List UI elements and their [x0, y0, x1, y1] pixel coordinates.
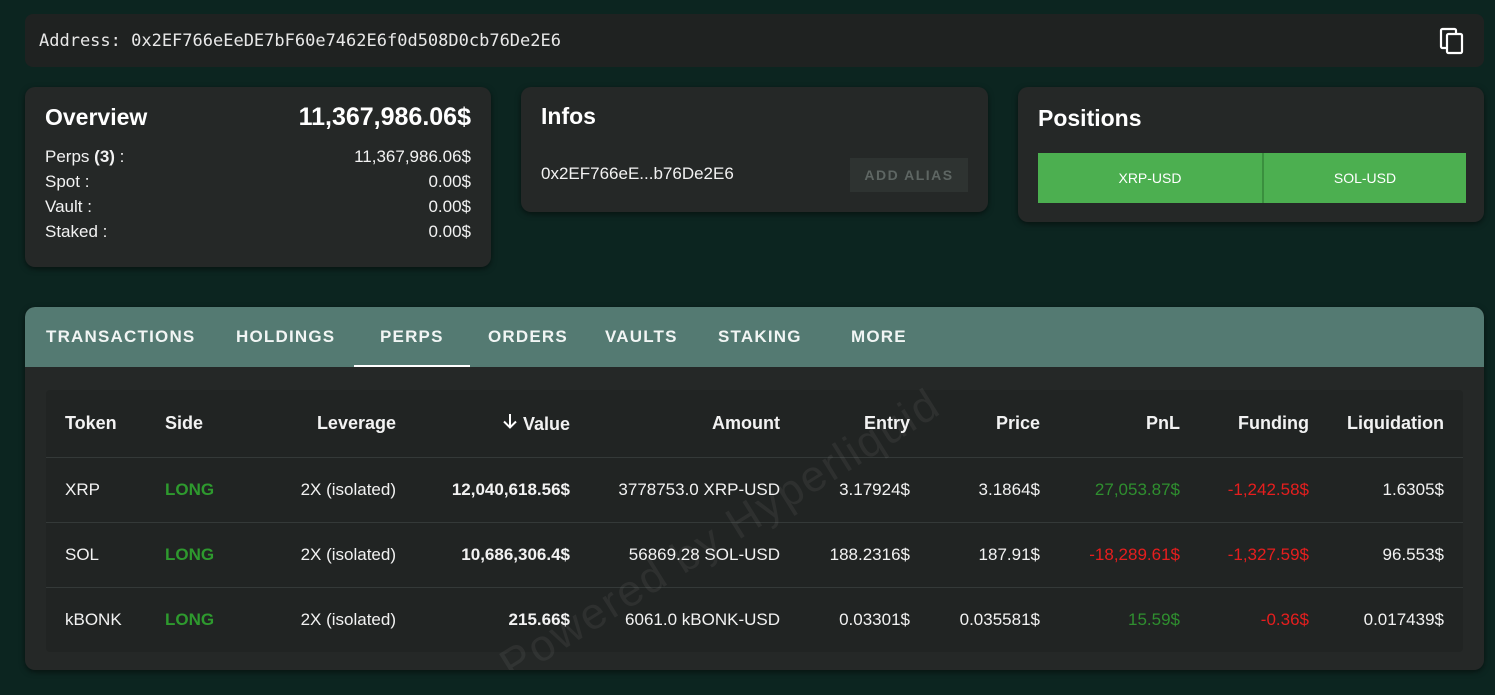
address-text: Address: 0x2EF766eEeDE7bF60e7462E6f0d508… — [39, 30, 561, 51]
tab-staking[interactable]: STAKING — [718, 307, 802, 367]
tab-transactions[interactable]: TRANSACTIONS — [46, 307, 195, 367]
cell-side: LONG — [165, 522, 285, 588]
vault-label: Vault : — [45, 197, 92, 216]
infos-title: Infos — [541, 103, 596, 129]
header-entry[interactable]: Entry — [780, 390, 910, 458]
position-button-xrp[interactable]: XRP-USD — [1038, 153, 1264, 203]
cell-price: 187.91$ — [910, 522, 1040, 588]
address-bar: Address: 0x2EF766eEeDE7bF60e7462E6f0d508… — [25, 14, 1484, 67]
cell-entry: 3.17924$ — [780, 457, 910, 523]
tab-holdings[interactable]: HOLDINGS — [236, 307, 335, 367]
cell-token: XRP — [46, 457, 165, 523]
cell-leverage: 2X (isolated) — [285, 457, 396, 523]
header-amount[interactable]: Amount — [570, 390, 780, 458]
tab-vaults[interactable]: VAULTS — [605, 307, 678, 367]
perps-label: Perps — [45, 147, 90, 166]
cell-amount: 3778753.0 XRP-USD — [570, 457, 780, 523]
table-row[interactable]: SOL LONG 2X (isolated) 10,686,306.4$ 568… — [46, 522, 1463, 588]
cell-liquidation: 0.017439$ — [1363, 609, 1444, 629]
header-funding[interactable]: Funding — [1180, 390, 1309, 458]
perps-colon: : — [114, 147, 125, 166]
overview-row-perps: Perps (3) : 11,367,986.06$ — [45, 144, 471, 169]
header-value[interactable]: Value — [396, 390, 570, 458]
cell-price: 3.1864$ — [910, 457, 1040, 523]
cell-entry: 188.2316$ — [780, 522, 910, 588]
table-header-row: Token Side Leverage Value Amount Entry P… — [46, 390, 1463, 458]
cell-liquidation: 1.6305$ — [1309, 457, 1463, 523]
perps-count: (3) — [94, 147, 115, 166]
short-address: 0x2EF766eE...b76De2E6 — [541, 164, 734, 183]
overview-title: Overview — [45, 104, 148, 130]
cell-funding: -1,327.59$ — [1180, 522, 1309, 588]
add-alias-button[interactable]: ADD ALIAS — [850, 158, 968, 192]
staked-value: 0.00$ — [428, 222, 471, 241]
header-price[interactable]: Price — [910, 390, 1040, 458]
main-panel: TRANSACTIONS HOLDINGS PERPS ORDERS VAULT… — [25, 307, 1484, 670]
cell-value: 215.66$ — [508, 609, 570, 629]
perps-value: 11,367,986.06$ — [354, 147, 471, 166]
tab-more[interactable]: MORE — [851, 307, 907, 367]
table-row[interactable]: XRP LONG 2X (isolated) 12,040,618.56$ 37… — [46, 457, 1463, 523]
cell-funding: -0.36$ — [1260, 609, 1309, 629]
overview-row-staked: Staked : 0.00$ — [45, 219, 471, 244]
cell-pnl: 27,053.87$ — [1040, 457, 1180, 523]
staked-label: Staked : — [45, 222, 108, 241]
header-liquidation[interactable]: Liquidation — [1309, 390, 1463, 458]
spot-value: 0.00$ — [428, 172, 471, 191]
overview-row-vault: Vault : 0.00$ — [45, 194, 471, 219]
arrow-down-icon — [501, 412, 519, 435]
overview-total: 11,367,986.06$ — [298, 103, 471, 131]
perps-table: Powered by Hyperliquid Token Side Levera… — [46, 379, 1463, 670]
cell-pnl: -18,289.61$ — [1040, 522, 1180, 588]
cell-leverage: 2X (isolated) — [300, 609, 396, 629]
cell-side: LONG — [165, 457, 285, 523]
infos-card: Infos 0x2EF766eE...b76De2E6 ADD ALIAS — [521, 87, 988, 212]
cell-token: kBONK — [65, 609, 122, 629]
copy-icon[interactable] — [1438, 27, 1466, 55]
positions-title: Positions — [1038, 105, 1142, 131]
position-button-sol[interactable]: SOL-USD — [1264, 153, 1466, 203]
cell-value: 12,040,618.56$ — [396, 457, 570, 523]
cell-funding: -1,242.58$ — [1180, 457, 1309, 523]
cell-amount: 6061.0 kBONK-USD — [625, 609, 780, 629]
vault-value: 0.00$ — [428, 197, 471, 216]
cell-leverage: 2X (isolated) — [285, 522, 396, 588]
header-value-label: Value — [522, 413, 570, 434]
overview-card: Overview 11,367,986.06$ Perps (3) : 11,3… — [25, 87, 491, 267]
header-leverage[interactable]: Leverage — [285, 390, 396, 458]
spot-label: Spot : — [45, 172, 90, 191]
cell-value: 10,686,306.4$ — [396, 522, 570, 588]
header-token[interactable]: Token — [46, 390, 165, 458]
cell-entry: 0.03301$ — [839, 609, 910, 629]
cell-side: LONG — [165, 609, 215, 629]
tab-perps[interactable]: PERPS — [354, 307, 470, 367]
positions-card: Positions XRP-USD SOL-USD — [1018, 87, 1484, 222]
cell-amount: 56869.28 SOL-USD — [570, 522, 780, 588]
overview-row-spot: Spot : 0.00$ — [45, 169, 471, 194]
tab-bar: TRANSACTIONS HOLDINGS PERPS ORDERS VAULT… — [25, 307, 1484, 367]
cell-liquidation: 96.553$ — [1309, 522, 1463, 588]
cell-pnl: 15.59$ — [1128, 609, 1180, 629]
table-row[interactable]: kBONK LONG 2X (isolated) 215.66$ 6061.0 … — [46, 587, 1463, 652]
cell-price: 0.035581$ — [959, 609, 1040, 629]
header-side[interactable]: Side — [165, 390, 285, 458]
cell-token: SOL — [46, 522, 165, 588]
tab-orders[interactable]: ORDERS — [488, 307, 568, 367]
header-pnl[interactable]: PnL — [1040, 390, 1180, 458]
